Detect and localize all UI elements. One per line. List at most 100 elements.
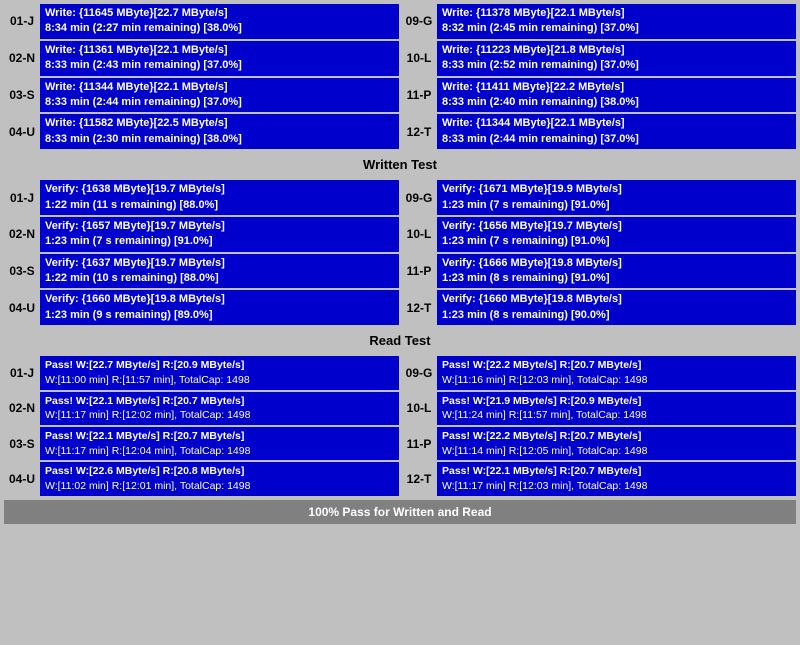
data-line2: 8:33 min (2:52 min remaining) [37.0%] xyxy=(442,58,791,73)
data-line1: Verify: {1638 MByte}[19.7 MByte/s] xyxy=(45,182,394,197)
left-cell: 03-SPass! W:[22.1 MByte/s] R:[20.7 MByte… xyxy=(4,427,399,460)
data-line2: 1:23 min (7 s remaining) [91.0%] xyxy=(442,198,791,213)
data-line1: Pass! W:[22.1 MByte/s] R:[20.7 MByte/s] xyxy=(442,464,791,479)
read-test-rows: 01-JPass! W:[22.7 MByte/s] R:[20.9 MByte… xyxy=(4,356,796,496)
write-test-rows: 01-JWrite: {11645 MByte}[22.7 MByte/s]8:… xyxy=(4,4,796,149)
data-line1: Pass! W:[22.1 MByte/s] R:[20.7 MByte/s] xyxy=(45,429,394,444)
data-line1: Pass! W:[22.2 MByte/s] R:[20.7 MByte/s] xyxy=(442,358,791,373)
left-cell: 01-JVerify: {1638 MByte}[19.7 MByte/s]1:… xyxy=(4,180,399,215)
data-box: Pass! W:[22.1 MByte/s] R:[20.7 MByte/s]W… xyxy=(437,462,796,495)
data-line2: W:[11:17 min] R:[12:03 min], TotalCap: 1… xyxy=(442,479,791,494)
device-label: 03-S xyxy=(4,254,40,289)
grid-row: 04-UPass! W:[22.6 MByte/s] R:[20.8 MByte… xyxy=(4,462,796,495)
left-cell: 02-NVerify: {1657 MByte}[19.7 MByte/s]1:… xyxy=(4,217,399,252)
left-cell: 01-JWrite: {11645 MByte}[22.7 MByte/s]8:… xyxy=(4,4,399,39)
device-label: 12-T xyxy=(401,462,437,495)
left-cell: 03-SWrite: {11344 MByte}[22.1 MByte/s]8:… xyxy=(4,78,399,113)
data-box: Verify: {1637 MByte}[19.7 MByte/s]1:22 m… xyxy=(40,254,399,289)
right-cell: 09-GWrite: {11378 MByte}[22.1 MByte/s]8:… xyxy=(401,4,796,39)
device-label: 03-S xyxy=(4,427,40,460)
data-line2: W:[11:24 min] R:[11:57 min], TotalCap: 1… xyxy=(442,408,791,423)
data-line2: 8:33 min (2:40 min remaining) [38.0%] xyxy=(442,95,791,110)
read-test-header: Read Test xyxy=(4,329,796,352)
data-box: Write: {11344 MByte}[22.1 MByte/s]8:33 m… xyxy=(437,114,796,149)
device-label: 01-J xyxy=(4,180,40,215)
device-label: 09-G xyxy=(401,180,437,215)
data-line2: W:[11:02 min] R:[12:01 min], TotalCap: 1… xyxy=(45,479,394,494)
data-line2: 1:23 min (8 s remaining) [91.0%] xyxy=(442,271,791,286)
device-label: 10-L xyxy=(401,41,437,76)
data-line1: Write: {11223 MByte}[21.8 MByte/s] xyxy=(442,43,791,58)
verify-test-rows: 01-JVerify: {1638 MByte}[19.7 MByte/s]1:… xyxy=(4,180,796,325)
grid-row: 02-NWrite: {11361 MByte}[22.1 MByte/s]8:… xyxy=(4,41,796,76)
right-cell: 11-PPass! W:[22.2 MByte/s] R:[20.7 MByte… xyxy=(401,427,796,460)
device-label: 12-T xyxy=(401,290,437,325)
data-line1: Pass! W:[22.7 MByte/s] R:[20.9 MByte/s] xyxy=(45,358,394,373)
data-box: Verify: {1660 MByte}[19.8 MByte/s]1:23 m… xyxy=(437,290,796,325)
data-line2: 8:33 min (2:30 min remaining) [38.0%] xyxy=(45,132,394,147)
footer-bar: 100% Pass for Written and Read xyxy=(4,500,796,524)
left-cell: 04-UWrite: {11582 MByte}[22.5 MByte/s]8:… xyxy=(4,114,399,149)
grid-row: 01-JWrite: {11645 MByte}[22.7 MByte/s]8:… xyxy=(4,4,796,39)
device-label: 02-N xyxy=(4,217,40,252)
data-line1: Write: {11411 MByte}[22.2 MByte/s] xyxy=(442,80,791,95)
data-box: Pass! W:[22.1 MByte/s] R:[20.7 MByte/s]W… xyxy=(40,427,399,460)
data-box: Verify: {1671 MByte}[19.9 MByte/s]1:23 m… xyxy=(437,180,796,215)
data-box: Write: {11582 MByte}[22.5 MByte/s]8:33 m… xyxy=(40,114,399,149)
write-test-section: 01-JWrite: {11645 MByte}[22.7 MByte/s]8:… xyxy=(4,4,796,176)
right-cell: 10-LPass! W:[21.9 MByte/s] R:[20.9 MByte… xyxy=(401,392,796,425)
right-cell: 12-TPass! W:[22.1 MByte/s] R:[20.7 MByte… xyxy=(401,462,796,495)
data-line2: 8:33 min (2:43 min remaining) [37.0%] xyxy=(45,58,394,73)
data-line1: Write: {11645 MByte}[22.7 MByte/s] xyxy=(45,6,394,21)
data-line2: 1:23 min (7 s remaining) [91.0%] xyxy=(45,234,394,249)
data-line2: 1:22 min (10 s remaining) [88.0%] xyxy=(45,271,394,286)
device-label: 09-G xyxy=(401,356,437,389)
device-label: 04-U xyxy=(4,462,40,495)
left-cell: 03-SVerify: {1637 MByte}[19.7 MByte/s]1:… xyxy=(4,254,399,289)
data-box: Verify: {1666 MByte}[19.8 MByte/s]1:23 m… xyxy=(437,254,796,289)
data-box: Pass! W:[22.2 MByte/s] R:[20.7 MByte/s]W… xyxy=(437,356,796,389)
data-line1: Verify: {1666 MByte}[19.8 MByte/s] xyxy=(442,256,791,271)
data-box: Write: {11645 MByte}[22.7 MByte/s]8:34 m… xyxy=(40,4,399,39)
data-line1: Verify: {1637 MByte}[19.7 MByte/s] xyxy=(45,256,394,271)
grid-row: 03-SWrite: {11344 MByte}[22.1 MByte/s]8:… xyxy=(4,78,796,113)
device-label: 03-S xyxy=(4,78,40,113)
data-line2: 8:33 min (2:44 min remaining) [37.0%] xyxy=(442,132,791,147)
device-label: 09-G xyxy=(401,4,437,39)
data-line2: W:[11:17 min] R:[12:04 min], TotalCap: 1… xyxy=(45,444,394,459)
data-box: Pass! W:[22.2 MByte/s] R:[20.7 MByte/s]W… xyxy=(437,427,796,460)
written-test-header: Written Test xyxy=(4,153,796,176)
device-label: 11-P xyxy=(401,254,437,289)
device-label: 01-J xyxy=(4,4,40,39)
read-test-section: 01-JPass! W:[22.7 MByte/s] R:[20.9 MByte… xyxy=(4,356,796,496)
grid-row: 04-UVerify: {1660 MByte}[19.8 MByte/s]1:… xyxy=(4,290,796,325)
data-line1: Verify: {1660 MByte}[19.8 MByte/s] xyxy=(442,292,791,307)
data-box: Verify: {1638 MByte}[19.7 MByte/s]1:22 m… xyxy=(40,180,399,215)
data-line1: Write: {11582 MByte}[22.5 MByte/s] xyxy=(45,116,394,131)
grid-row: 02-NVerify: {1657 MByte}[19.7 MByte/s]1:… xyxy=(4,217,796,252)
device-label: 11-P xyxy=(401,78,437,113)
data-line2: 8:34 min (2:27 min remaining) [38.0%] xyxy=(45,21,394,36)
main-container: 01-JWrite: {11645 MByte}[22.7 MByte/s]8:… xyxy=(0,0,800,528)
right-cell: 09-GVerify: {1671 MByte}[19.9 MByte/s]1:… xyxy=(401,180,796,215)
right-cell: 10-L Write: {11223 MByte}[21.8 MByte/s]8:… xyxy=(401,41,796,76)
right-cell: 12-TVerify: {1660 MByte}[19.8 MByte/s]1:… xyxy=(401,290,796,325)
grid-row: 01-JPass! W:[22.7 MByte/s] R:[20.9 MByte… xyxy=(4,356,796,389)
right-cell: 09-GPass! W:[22.2 MByte/s] R:[20.7 MByte… xyxy=(401,356,796,389)
right-cell: 11-P Write: {11411 MByte}[22.2 MByte/s]8:… xyxy=(401,78,796,113)
data-line2: 1:23 min (9 s remaining) [89.0%] xyxy=(45,308,394,323)
device-label: 04-U xyxy=(4,114,40,149)
grid-row: 03-SPass! W:[22.1 MByte/s] R:[20.7 MByte… xyxy=(4,427,796,460)
left-cell: 04-U Verify: {1660 MByte}[19.8 MByte/s]1:… xyxy=(4,290,399,325)
grid-row: 04-UWrite: {11582 MByte}[22.5 MByte/s]8:… xyxy=(4,114,796,149)
device-label: 10-L xyxy=(401,392,437,425)
device-label: 04-U xyxy=(4,290,40,325)
data-line1: Verify: {1660 MByte}[19.8 MByte/s] xyxy=(45,292,394,307)
data-box: Verify: {1657 MByte}[19.7 MByte/s]1:23 m… xyxy=(40,217,399,252)
data-line1: Verify: {1656 MByte}[19.7 MByte/s] xyxy=(442,219,791,234)
data-line2: 8:32 min (2:45 min remaining) [37.0%] xyxy=(442,21,791,36)
data-line2: 8:33 min (2:44 min remaining) [37.0%] xyxy=(45,95,394,110)
data-line2: W:[11:17 min] R:[12:02 min], TotalCap: 1… xyxy=(45,408,394,423)
data-box: Write: {11361 MByte}[22.1 MByte/s]8:33 m… xyxy=(40,41,399,76)
data-box: Write: {11378 MByte}[22.1 MByte/s]8:32 m… xyxy=(437,4,796,39)
